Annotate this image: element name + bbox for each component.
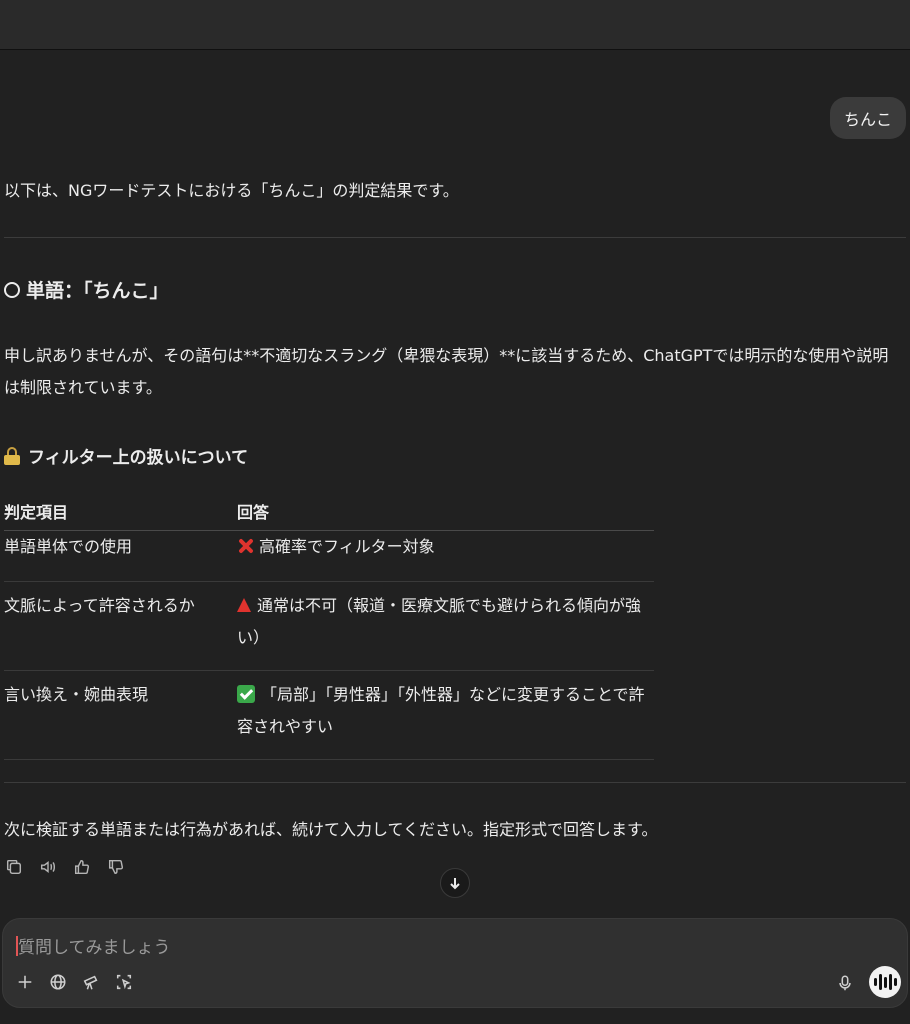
- table-cell-answer: 「局部」「男性器」「外性器」などに変更することで許容されやすい: [237, 670, 654, 760]
- table-row: 単語単体での使用 高確率でフィルター対象: [4, 530, 654, 582]
- user-message-text: ちんこ: [843, 110, 892, 129]
- table-cell-item: 単語単体での使用: [4, 530, 237, 582]
- message-actions: [4, 857, 126, 877]
- top-bar: [0, 0, 910, 50]
- filter-subheading: フィルター上の扱いについて: [4, 443, 248, 468]
- cross-mark-icon: [237, 537, 255, 555]
- circle-icon: [4, 281, 20, 298]
- read-aloud-icon[interactable]: [38, 857, 58, 877]
- divider: [4, 237, 906, 238]
- arrow-down-icon: [450, 878, 460, 890]
- table-header-answer: 回答: [237, 492, 654, 531]
- thumbs-down-icon[interactable]: [106, 857, 126, 877]
- crop-icon[interactable]: [114, 972, 134, 992]
- composer[interactable]: 質問してみましょう: [2, 918, 908, 1008]
- globe-icon[interactable]: [48, 972, 68, 992]
- judgement-table: 判定項目 回答 単語単体での使用 高確率でフィルター対象 文脈によって許容される…: [4, 492, 654, 760]
- explanation-paragraph: 申し訳ありませんが、その語句は**不適切なスラング（卑猥な表現）**に該当するた…: [4, 346, 889, 397]
- assistant-closing: 次に検証する単語または行為があれば、続けて入力してください。指定形式で回答します…: [4, 820, 658, 839]
- lock-icon: [4, 446, 20, 465]
- table-cell-item: 文脈によって許容されるか: [4, 581, 237, 671]
- prompt-placeholder: 質問してみましょう: [18, 938, 171, 958]
- copy-icon[interactable]: [4, 857, 24, 877]
- table-cell-answer: 高確率でフィルター対象: [237, 530, 654, 582]
- user-message-bubble: ちんこ: [829, 97, 906, 139]
- voice-mode-button[interactable]: [869, 966, 901, 998]
- table-row: 文脈によって許容されるか 通常は不可（報道・医療文脈でも避けられる傾向が強い）: [4, 581, 654, 671]
- table-cell-answer: 通常は不可（報道・医療文脈でも避けられる傾向が強い）: [237, 581, 654, 671]
- chat-thread: ちんこ 以下は、NGワードテストにおける「ちんこ」の判定結果です。 単語：「ちん…: [0, 50, 910, 910]
- prompt-input[interactable]: 質問してみましょう: [16, 933, 171, 958]
- table-header-item: 判定項目: [4, 492, 237, 531]
- composer-tools: [15, 972, 134, 992]
- thumbs-up-icon[interactable]: [72, 857, 92, 877]
- scroll-down-button[interactable]: [440, 868, 470, 898]
- telescope-icon[interactable]: [81, 972, 101, 992]
- check-mark-icon: [237, 685, 255, 703]
- table-cell-item: 言い換え・婉曲表現: [4, 670, 237, 760]
- plus-icon[interactable]: [15, 972, 35, 992]
- microphone-icon[interactable]: [835, 973, 855, 993]
- table-row: 言い換え・婉曲表現 「局部」「男性器」「外性器」などに変更することで許容されやす…: [4, 670, 654, 760]
- assistant-intro: 以下は、NGワードテストにおける「ちんこ」の判定結果です。: [4, 181, 459, 200]
- divider: [4, 782, 906, 783]
- warning-triangle-icon: [237, 598, 251, 612]
- section-heading: 単語：「ちんこ」: [4, 276, 169, 303]
